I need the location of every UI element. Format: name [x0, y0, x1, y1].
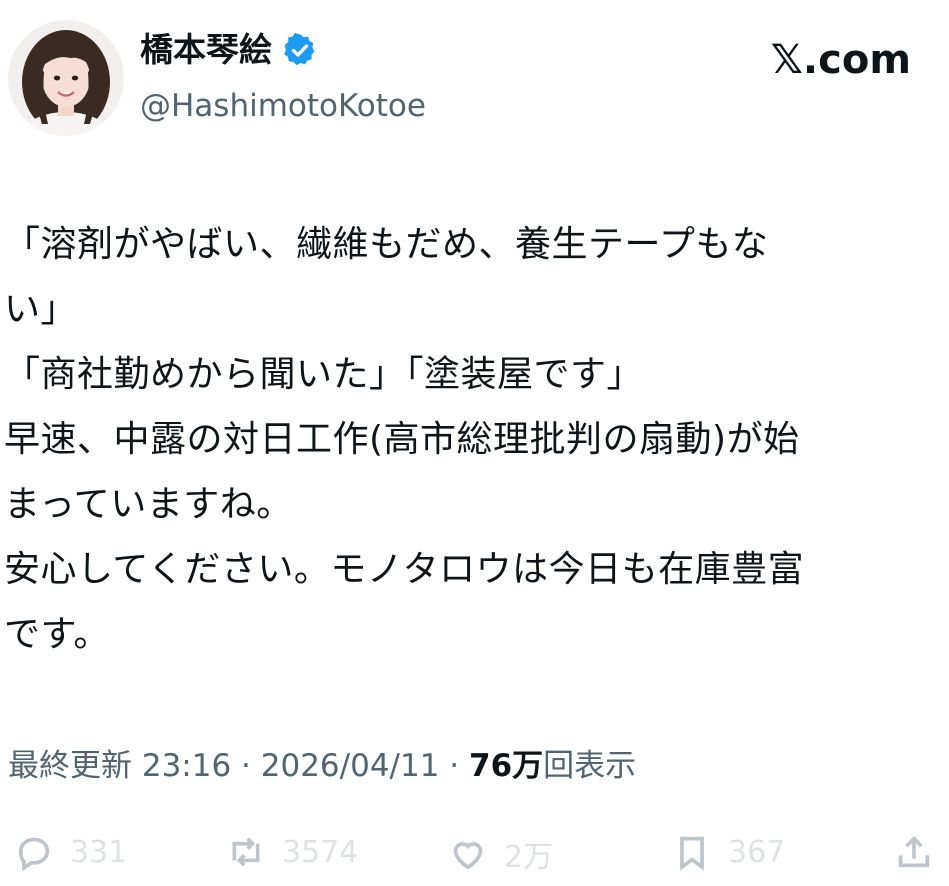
tweet-meta: 最終更新 23:16 · 2026/04/11 · 76万回表示 [8, 741, 636, 791]
tweet-text-line: い」 [4, 289, 78, 330]
views-label: 回表示 [543, 748, 637, 784]
author-handle[interactable]: @HashimotoKotoe [140, 86, 426, 126]
timestamp[interactable]: 最終更新 23:16 · 2026/04/11 · [8, 748, 459, 784]
views-count: 76万 [469, 748, 544, 784]
heart-icon [453, 842, 483, 870]
reply-count: 331 [70, 834, 128, 870]
tweet-text-line: 「溶剤がやばい、繊維もだめ、養生テープもな [4, 224, 769, 265]
tweet-text: 「溶剤がやばい、繊維もだめ、養生テープもな い」 「商社勤めから聞いた」「塗装屋… [4, 212, 944, 667]
bookmark-count: 367 [728, 834, 786, 870]
reply-button[interactable]: 331 [14, 832, 127, 872]
action-bar: 331 3574 2万 367 [0, 826, 949, 886]
bookmark-icon [680, 836, 704, 871]
author-name-row[interactable]: 橋本琴絵 [140, 30, 318, 70]
repost-icon [232, 837, 260, 867]
reply-icon [18, 837, 50, 872]
like-button[interactable]: 2万 [448, 832, 553, 876]
tweet-text-line: 安心してください。モノタロウは今日も在庫豊富 [4, 549, 805, 590]
tweet-text-line: です。 [4, 614, 110, 655]
tweet-text-line: まっていますね。 [4, 484, 293, 525]
tweet-text-line: 早速、中露の対日工作(高市総理批判の扇動)が始 [4, 419, 800, 460]
avatar-image [8, 20, 124, 136]
like-count: 2万 [504, 840, 554, 875]
repost-button[interactable]: 3574 [226, 832, 358, 872]
repost-count: 3574 [282, 834, 359, 870]
share-icon [898, 836, 930, 868]
author-display-name[interactable]: 橋本琴絵 [140, 30, 272, 70]
verified-badge-icon [282, 32, 318, 68]
tweet-text-line: 「商社勤めから聞いた」「塗装屋です」 [4, 354, 644, 395]
share-button[interactable] [894, 832, 934, 872]
bookmark-button[interactable]: 367 [672, 832, 785, 872]
avatar[interactable] [8, 20, 124, 136]
x-logo: 𝕏.com [770, 37, 911, 83]
